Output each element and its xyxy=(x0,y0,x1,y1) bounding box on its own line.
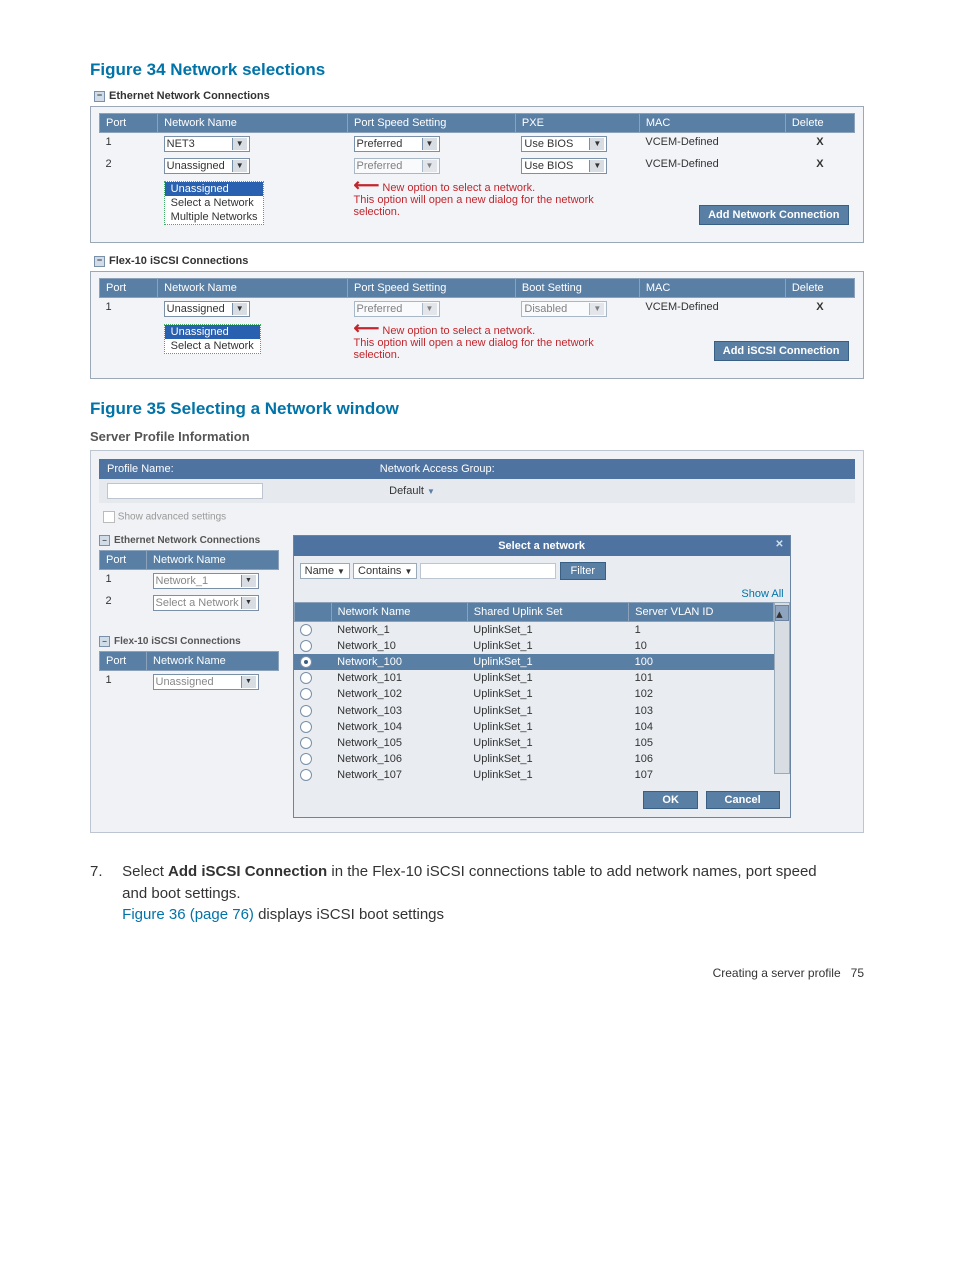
add-network-button[interactable]: Add Network Connection xyxy=(699,205,848,225)
radio-button[interactable] xyxy=(300,753,312,765)
table-row: 2 Unassigned▼ Preferred▼ Use BIOS▼ VCEM-… xyxy=(100,155,855,177)
page-footer: Creating a server profile 75 xyxy=(90,966,864,980)
pss-select[interactable]: Preferred▼ xyxy=(354,136,440,152)
arrow-icon: ⟵ xyxy=(354,318,380,338)
step-7: 7. Select Add iSCSI Connection in the Fl… xyxy=(90,861,864,926)
table-row[interactable]: Network_105UplinkSet_1105 xyxy=(294,735,773,751)
profile-panel: Profile Name: Network Access Group: Defa… xyxy=(90,450,864,833)
radio-button[interactable] xyxy=(300,705,312,717)
table-row[interactable]: Network_104UplinkSet_1104 xyxy=(294,719,773,735)
eth-panel: Port Network Name Port Speed Setting PXE… xyxy=(90,106,864,243)
table-row[interactable]: Network_106UplinkSet_1106 xyxy=(294,751,773,767)
boot-select: Disabled▼ xyxy=(521,301,607,317)
profile-name-input[interactable] xyxy=(107,483,263,499)
figure-34-title: Figure 34 Network selections xyxy=(90,60,864,80)
net-select[interactable]: Unassigned▼ xyxy=(153,674,259,690)
radio-button[interactable] xyxy=(300,624,312,636)
table-row[interactable]: Network_10UplinkSet_110 xyxy=(294,638,773,654)
pxe-select[interactable]: Use BIOS▼ xyxy=(521,136,607,152)
table-row[interactable]: Network_103UplinkSet_1103 xyxy=(294,702,773,718)
col-del: Delete xyxy=(785,114,854,133)
table-row: 1Network_1▼ xyxy=(100,570,279,593)
ok-button[interactable]: OK xyxy=(643,791,698,809)
nag-label: Network Access Group: xyxy=(380,463,495,475)
table-row: 1 Unassigned▼ Preferred▼ Disabled▼ VCEM-… xyxy=(100,298,855,321)
delete-button[interactable]: X xyxy=(785,298,854,321)
arrow-icon: ⟵ xyxy=(354,175,380,195)
annotation: New option to select a network. xyxy=(382,182,535,194)
iscsi-panel: Port Network Name Port Speed Setting Boo… xyxy=(90,271,864,379)
figure-35-title: Figure 35 Selecting a Network window xyxy=(90,399,864,419)
annotation: This option will open a new dialog for t… xyxy=(354,194,594,218)
delete-button[interactable]: X xyxy=(785,155,854,177)
show-all-link[interactable]: Show All xyxy=(741,588,783,600)
col-net: Network Name xyxy=(158,114,348,133)
pxe-select[interactable]: Use BIOS▼ xyxy=(521,158,607,174)
radio-button[interactable] xyxy=(300,721,312,733)
filter-op-select[interactable]: Contains ▼ xyxy=(353,563,417,579)
server-profile-info-label: Server Profile Information xyxy=(90,429,864,444)
table-row[interactable]: Network_1UplinkSet_11 xyxy=(294,622,773,639)
net-select[interactable]: Select a Network▼ xyxy=(153,595,259,611)
net-select[interactable]: Network_1▼ xyxy=(153,573,259,589)
pss-select: Preferred▼ xyxy=(354,301,440,317)
chevron-down-icon: ▼ xyxy=(232,138,247,150)
figure-36-link[interactable]: Figure 36 (page 76) xyxy=(122,906,254,923)
show-advanced-label: Show advanced settings xyxy=(118,512,226,523)
table-row[interactable]: Network_107UplinkSet_1107 xyxy=(294,767,773,783)
radio-button[interactable] xyxy=(300,640,312,652)
cancel-button[interactable]: Cancel xyxy=(706,791,780,809)
radio-button[interactable] xyxy=(300,672,312,684)
net-select[interactable]: NET3▼ xyxy=(164,136,250,152)
nag-value[interactable]: Default xyxy=(389,485,424,497)
col-port: Port xyxy=(100,114,158,133)
radio-button[interactable] xyxy=(300,656,312,668)
filter-field-select[interactable]: Name ▼ xyxy=(300,563,350,579)
col-pxe: PXE xyxy=(515,114,639,133)
profile-name-label: Profile Name: xyxy=(107,463,174,475)
net-select[interactable]: Unassigned▼ xyxy=(164,158,250,174)
net-select[interactable]: Unassigned▼ xyxy=(164,301,250,317)
pss-select: Preferred▼ xyxy=(354,158,440,174)
scrollbar[interactable]: ▴ xyxy=(774,602,790,774)
filter-input[interactable] xyxy=(420,563,556,579)
radio-button[interactable] xyxy=(300,769,312,781)
radio-button[interactable] xyxy=(300,688,312,700)
filter-button[interactable]: Filter xyxy=(560,562,606,580)
table-row: 1 NET3▼ Preferred▼ Use BIOS▼ VCEM-Define… xyxy=(100,133,855,156)
add-iscsi-button[interactable]: Add iSCSI Connection xyxy=(714,341,849,361)
eth-section-label: −Ethernet Network Connections xyxy=(94,90,864,102)
net-dropdown-open[interactable]: Unassigned Select a Network Multiple Net… xyxy=(164,181,265,225)
table-row: 1Unassigned▼ xyxy=(100,671,279,694)
close-icon[interactable]: ✕ xyxy=(775,539,783,550)
checkbox[interactable] xyxy=(103,511,115,523)
net-dropdown-open[interactable]: Unassigned Select a Network xyxy=(164,324,261,354)
radio-button[interactable] xyxy=(300,737,312,749)
table-row[interactable]: Network_100UplinkSet_1100 xyxy=(294,654,773,670)
table-row[interactable]: Network_101UplinkSet_1101 xyxy=(294,670,773,686)
col-mac: MAC xyxy=(639,114,785,133)
table-row[interactable]: Network_102UplinkSet_1102 xyxy=(294,686,773,702)
delete-button[interactable]: X xyxy=(785,133,854,156)
select-network-dialog: Select a network✕ Name ▼ Contains ▼ Filt… xyxy=(293,535,791,818)
iscsi-section-label: −Flex-10 iSCSI Connections xyxy=(94,255,864,267)
col-pss: Port Speed Setting xyxy=(348,114,516,133)
table-row: 2Select a Network▼ xyxy=(100,592,279,614)
